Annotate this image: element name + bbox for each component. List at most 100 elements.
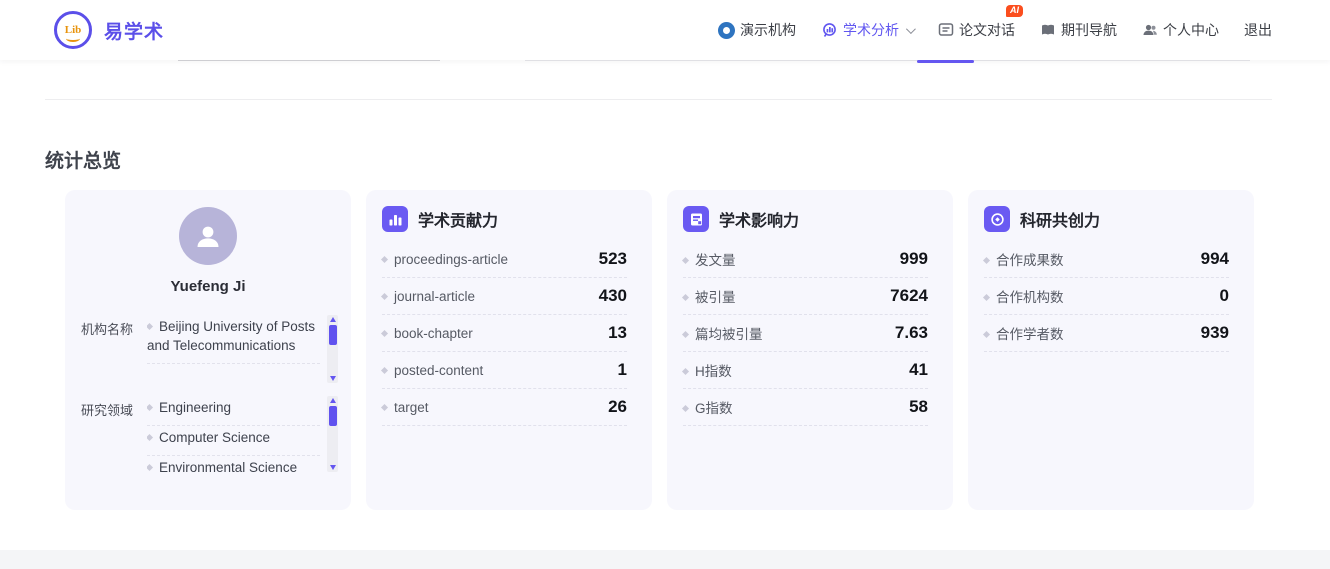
brand[interactable]: Lib 易学术 bbox=[54, 11, 164, 49]
stat-value: 26 bbox=[608, 397, 627, 417]
diamond-bullet-icon bbox=[983, 257, 990, 264]
diamond-bullet-icon bbox=[381, 403, 388, 410]
nav-item-academic-analysis[interactable]: 学术分析 bbox=[821, 20, 913, 40]
nav-label: 退出 bbox=[1244, 20, 1272, 40]
academic-influence-card: 学术影响力 发文量 999 被引量 7624 篇均被引量7.63 H指数41 G指数… bbox=[667, 190, 953, 510]
profile-fields: 机构名称 Beijing University of Posts and Tel… bbox=[65, 315, 351, 473]
main-nav: 演示机构 学术分析 论文对话 AI bbox=[693, 20, 1272, 40]
stat-value: 13 bbox=[608, 323, 627, 343]
research-list: Engineering Computer Science Environment… bbox=[147, 396, 320, 473]
nav-item-journal-nav[interactable]: 期刊导航 bbox=[1040, 20, 1117, 40]
diamond-bullet-icon bbox=[682, 257, 689, 264]
diamond-bullet-icon bbox=[147, 404, 153, 411]
diamond-bullet-icon bbox=[381, 366, 388, 373]
stat-label: 合作学者数 bbox=[984, 323, 1064, 343]
research-field: 研究领域 Engineering Computer Science Enviro… bbox=[81, 396, 338, 473]
document-icon bbox=[683, 206, 709, 232]
stat-label: 合作机构数 bbox=[984, 286, 1064, 306]
stat-rows: 发文量 999 被引量 7624 篇均被引量7.63 H指数41 G指数58 bbox=[667, 241, 953, 426]
stat-label: 发文量 bbox=[683, 249, 736, 269]
page-footer bbox=[0, 550, 1330, 569]
collaboration-icon bbox=[984, 206, 1010, 232]
stat-row: posted-content 1 bbox=[382, 352, 627, 389]
research-list-scrollbar[interactable] bbox=[327, 396, 338, 472]
scroll-down-icon[interactable] bbox=[330, 465, 336, 470]
stat-row: H指数41 bbox=[683, 352, 928, 389]
stat-row: target 26 bbox=[382, 389, 627, 426]
card-header: 科研共创力 bbox=[968, 190, 1254, 241]
card-title: 科研共创力 bbox=[1020, 207, 1100, 231]
nav-item-paper-chat[interactable]: 论文对话 AI bbox=[938, 20, 1015, 40]
scrollbar-thumb[interactable] bbox=[329, 406, 337, 426]
diamond-bullet-icon bbox=[983, 294, 990, 301]
card-title: 学术影响力 bbox=[719, 207, 799, 231]
scholar-name: Yuefeng Ji bbox=[65, 278, 351, 295]
diamond-bullet-icon bbox=[147, 464, 153, 471]
stat-row: G指数58 bbox=[683, 389, 928, 426]
research-collaboration-card: 科研共创力 合作成果数994 合作机构数 0 合作学者数939 bbox=[968, 190, 1254, 510]
diamond-bullet-icon bbox=[381, 255, 388, 262]
journal-book-icon bbox=[1040, 22, 1056, 38]
stat-value: 1 bbox=[618, 360, 627, 380]
scrollbar-thumb[interactable] bbox=[329, 325, 337, 345]
org-field-label: 机构名称 bbox=[81, 315, 141, 383]
stat-label: 被引量 bbox=[683, 286, 736, 306]
list-item: Environmental Science bbox=[147, 456, 320, 473]
scroll-up-icon[interactable] bbox=[330, 398, 336, 403]
nav-label: 演示机构 bbox=[740, 20, 796, 40]
page-title: 统计总览 bbox=[45, 146, 121, 173]
stat-label: 合作成果数 bbox=[984, 249, 1064, 269]
scholar-profile-card: Yuefeng Ji 机构名称 Beijing University of Po… bbox=[65, 190, 351, 510]
card-header: 学术影响力 bbox=[667, 190, 953, 241]
org-list-scrollbar[interactable] bbox=[327, 315, 338, 383]
bar-chart-icon bbox=[382, 206, 408, 232]
card-title: 学术贡献力 bbox=[418, 207, 498, 231]
stat-value: 7.63 bbox=[895, 323, 928, 343]
list-item: Computer Science bbox=[147, 426, 320, 456]
card-header: 学术贡献力 bbox=[366, 190, 652, 241]
stat-row: 合作学者数939 bbox=[984, 315, 1229, 352]
analysis-chart-icon bbox=[821, 22, 838, 39]
diamond-bullet-icon bbox=[682, 331, 689, 338]
stat-row: 篇均被引量7.63 bbox=[683, 315, 928, 352]
nav-item-user-center[interactable]: 个人中心 bbox=[1142, 20, 1219, 40]
stats-cards-row: Yuefeng Ji 机构名称 Beijing University of Po… bbox=[65, 190, 1254, 510]
stat-value: 523 bbox=[599, 249, 627, 269]
paper-chat-icon bbox=[938, 22, 954, 38]
research-field-label: 研究领域 bbox=[81, 396, 141, 473]
stat-label: target bbox=[382, 400, 429, 415]
section-divider bbox=[45, 99, 1272, 100]
stat-rows: 合作成果数994 合作机构数 0 合作学者数939 bbox=[968, 241, 1254, 352]
nav-item-logout[interactable]: 退出 bbox=[1244, 20, 1272, 40]
avatar bbox=[179, 207, 237, 265]
stat-rows: proceedings-article523 journal-article43… bbox=[366, 241, 652, 426]
page: Lib 易学术 演示机构 学术分析 bbox=[0, 0, 1330, 569]
org-emblem-icon bbox=[718, 22, 735, 39]
stat-value: 430 bbox=[599, 286, 627, 306]
stat-label: journal-article bbox=[382, 289, 475, 304]
user-center-icon bbox=[1142, 22, 1158, 38]
stat-row: 被引量 7624 bbox=[683, 278, 928, 315]
chevron-down-icon bbox=[906, 24, 916, 34]
stat-value: 41 bbox=[909, 360, 928, 380]
stat-value: 7624 bbox=[890, 286, 928, 306]
scroll-down-icon[interactable] bbox=[330, 376, 336, 381]
nav-item-demo-org[interactable]: 演示机构 bbox=[718, 20, 796, 40]
stat-value: 0 bbox=[1220, 286, 1229, 306]
active-nav-underline bbox=[917, 60, 974, 63]
academic-contribution-card: 学术贡献力 proceedings-article523 journal-art… bbox=[366, 190, 652, 510]
stat-row: 合作机构数 0 bbox=[984, 278, 1229, 315]
ai-badge: AI bbox=[1006, 5, 1023, 17]
stat-row: journal-article 430 bbox=[382, 278, 627, 315]
nav-label: 学术分析 bbox=[843, 20, 899, 40]
stat-value: 999 bbox=[900, 249, 928, 269]
org-field: 机构名称 Beijing University of Posts and Tel… bbox=[81, 315, 338, 383]
stat-row: 合作成果数994 bbox=[984, 241, 1229, 278]
scroll-up-icon[interactable] bbox=[330, 317, 336, 322]
diamond-bullet-icon bbox=[682, 368, 689, 375]
stat-label: posted-content bbox=[382, 363, 483, 378]
list-item: Beijing University of Posts and Telecomm… bbox=[147, 315, 320, 364]
stat-row: book-chapter13 bbox=[382, 315, 627, 352]
diamond-bullet-icon bbox=[682, 294, 689, 301]
diamond-bullet-icon bbox=[381, 292, 388, 299]
